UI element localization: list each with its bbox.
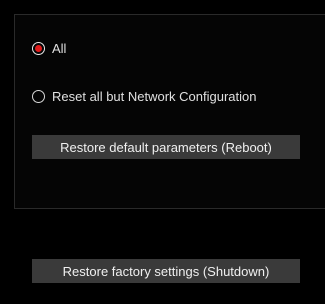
restore-factory-button[interactable]: Restore factory settings (Shutdown) — [32, 259, 300, 283]
radio-selected-icon[interactable] — [32, 42, 45, 55]
option-keep-network-label: Reset all but Network Configuration — [52, 89, 257, 104]
option-all-label: All — [52, 41, 67, 56]
option-all[interactable]: All — [32, 41, 66, 56]
restore-default-button[interactable]: Restore default parameters (Reboot) — [32, 135, 300, 159]
radio-unselected-icon[interactable] — [32, 90, 45, 103]
option-keep-network[interactable]: Reset all but Network Configuration — [32, 89, 257, 104]
